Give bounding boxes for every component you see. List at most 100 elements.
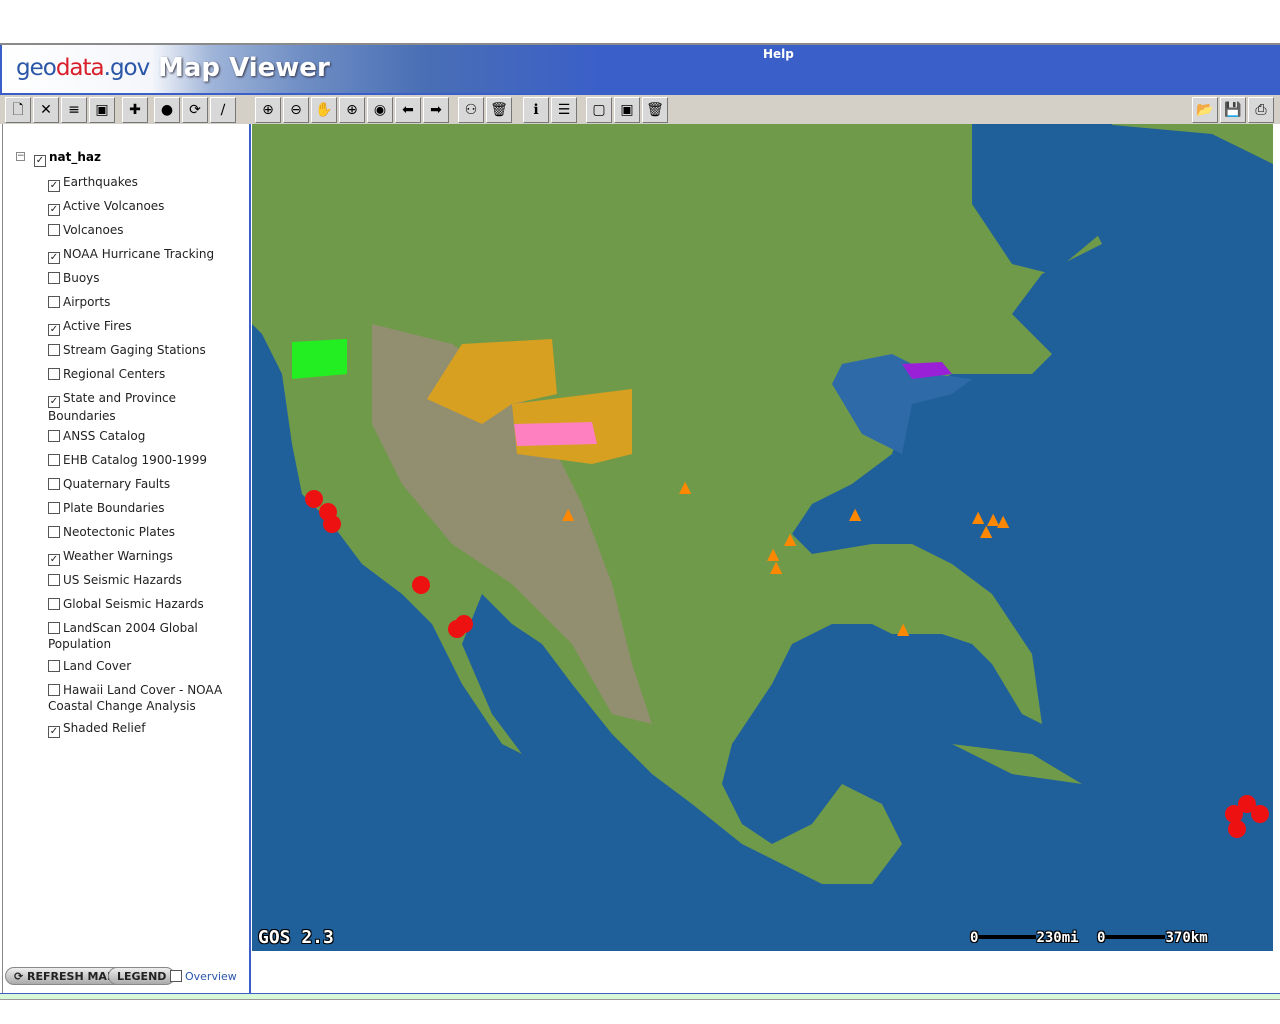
stop-button[interactable]: ● xyxy=(154,97,180,123)
layer-item[interactable]: US Seismic Hazards xyxy=(48,572,238,588)
map-canvas[interactable]: ▲ ▲ ▲ ▲ ▲ ▲ ▲ ▲ ▲ ▲ ▲ GOS 2.3 0 230mi 0 370km xyxy=(252,124,1273,951)
refresh-map-button[interactable]: ⟳ REFRESH MAP xyxy=(5,967,125,985)
layer-item[interactable]: ✓ NOAA Hurricane Tracking xyxy=(48,246,238,264)
layer-checkbox[interactable] xyxy=(48,454,60,466)
layer-item[interactable]: ANSS Catalog xyxy=(48,428,238,444)
map-image: ▲▲ ▲▲▲▲▲ ▲▲▲▲ xyxy=(252,124,1273,884)
open-folder-button[interactable]: 📂 xyxy=(1192,97,1218,123)
layer-checkbox[interactable]: ✓ xyxy=(48,204,60,216)
help-link[interactable]: Help xyxy=(763,47,794,61)
layer-item[interactable]: ✓ Earthquakes xyxy=(48,174,238,192)
layer-panel: − ✓ nat_haz ✓ Earthquakes ✓ Active Volcanoes… xyxy=(2,124,251,994)
layer-item[interactable]: Regional Centers xyxy=(48,366,238,382)
back-arrow-button[interactable]: ⬅ xyxy=(395,97,421,123)
layer-item[interactable]: Neotectonic Plates xyxy=(48,524,238,540)
layer-item[interactable]: LandScan 2004 Global Population xyxy=(48,620,238,652)
fire-marker: ▲ xyxy=(679,477,692,496)
forward-arrow-button[interactable]: ➡ xyxy=(423,97,449,123)
layer-checkbox[interactable] xyxy=(48,598,60,610)
select-feature-button[interactable]: ▣ xyxy=(614,97,640,123)
earthquake-marker xyxy=(455,615,473,633)
layer-item[interactable]: Volcanoes xyxy=(48,222,238,238)
save-button[interactable]: 💾 xyxy=(1220,97,1246,123)
geodata-logo[interactable]: geodata.gov xyxy=(16,55,150,81)
layer-checkbox[interactable] xyxy=(48,430,60,442)
layer-checkbox[interactable] xyxy=(48,660,60,672)
add-layer-button[interactable]: ✚ xyxy=(122,97,148,123)
layer-checkbox[interactable] xyxy=(48,526,60,538)
toolbar: 🗋 ✕ ≡ ▣ ✚ ● ⟳ ∕ ⊕ ⊖ ✋ ⊕ ◉ ⬅ ➡ ⚇ 🗑 ℹ ☰ ▢ ▣ 🗑 📂 💾 ⎙ xyxy=(0,93,1280,124)
layer-label: Weather Warnings xyxy=(63,549,173,563)
layer-checkbox[interactable] xyxy=(48,622,60,634)
layer-label: Plate Boundaries xyxy=(63,501,165,515)
stop-icon: ● xyxy=(160,102,174,118)
scale-bar: 0 230mi 0 370km xyxy=(970,930,1208,946)
close-button[interactable]: ✕ xyxy=(33,97,59,123)
find-binoculars-button[interactable]: ⚇ xyxy=(458,97,484,123)
layer-label: EHB Catalog 1900-1999 xyxy=(63,453,207,467)
layer-label: Shaded Relief xyxy=(63,721,146,735)
layer-checkbox[interactable]: ✓ xyxy=(48,324,60,336)
clear-selection-button[interactable]: 🗑 xyxy=(642,97,668,123)
layer-label: Neotectonic Plates xyxy=(63,525,176,539)
layer-checkbox[interactable] xyxy=(48,272,60,284)
layer-properties-button[interactable]: ▣ xyxy=(89,97,115,123)
layer-label: Hawaii Land Cover - NOAA Coastal Change … xyxy=(48,683,223,713)
layer-checkbox[interactable] xyxy=(48,344,60,356)
tools-button[interactable]: ∕ xyxy=(210,97,236,123)
layer-item[interactable]: Stream Gaging Stations xyxy=(48,342,238,358)
group-checkbox[interactable]: ✓ xyxy=(34,155,46,167)
overview-toggle[interactable]: Overview xyxy=(170,970,237,983)
select-rectangle-button[interactable]: ▢ xyxy=(586,97,612,123)
layer-item[interactable]: Land Cover xyxy=(48,658,238,674)
layer-checkbox[interactable] xyxy=(48,224,60,236)
zoom-out-button[interactable]: ⊖ xyxy=(283,97,309,123)
globe-button[interactable]: ◉ xyxy=(367,97,393,123)
banner: geodata.gov Map Viewer xyxy=(2,45,602,93)
layer-checkbox[interactable] xyxy=(48,574,60,586)
layer-item[interactable]: Airports xyxy=(48,294,238,310)
layer-item[interactable]: ✓ Weather Warnings xyxy=(48,548,238,566)
north-america-land xyxy=(252,124,1273,884)
layer-checkbox[interactable]: ✓ xyxy=(48,252,60,264)
clear-trash-icon: 🗑 xyxy=(490,102,508,118)
print-button[interactable]: ⎙ xyxy=(1248,97,1274,123)
layer-checkbox[interactable] xyxy=(48,296,60,308)
layer-checkbox[interactable] xyxy=(48,684,60,696)
layer-order-button[interactable]: ≡ xyxy=(61,97,87,123)
layer-item[interactable]: ✓ State and Province Boundaries xyxy=(48,390,238,424)
layer-checkbox[interactable] xyxy=(48,502,60,514)
layer-item[interactable]: Global Seismic Hazards xyxy=(48,596,238,612)
pan-hand-button[interactable]: ✋ xyxy=(311,97,337,123)
layer-item[interactable]: Plate Boundaries xyxy=(48,500,238,516)
refresh-icon: ⟳ xyxy=(14,970,28,983)
pan-hand-icon: ✋ xyxy=(315,102,333,118)
collapse-icon[interactable]: − xyxy=(16,152,25,161)
layer-item[interactable]: Quaternary Faults xyxy=(48,476,238,492)
legend-list-button[interactable]: ☰ xyxy=(551,97,577,123)
zoom-in-button[interactable]: ⊕ xyxy=(255,97,281,123)
layer-checkbox[interactable]: ✓ xyxy=(48,180,60,192)
layer-checkbox[interactable]: ✓ xyxy=(48,726,60,738)
earthquake-marker xyxy=(323,515,341,533)
layer-checkbox[interactable]: ✓ xyxy=(48,396,60,408)
layer-item[interactable]: Hawaii Land Cover - NOAA Coastal Change … xyxy=(48,682,238,714)
layer-checkbox[interactable] xyxy=(48,478,60,490)
close-icon: ✕ xyxy=(40,102,52,118)
new-button[interactable]: 🗋 xyxy=(5,97,31,123)
layer-item[interactable]: ✓ Shaded Relief xyxy=(48,720,238,738)
layer-item[interactable]: ✓ Active Fires xyxy=(48,318,238,336)
layer-checkbox[interactable] xyxy=(48,368,60,380)
identify-info-button[interactable]: ℹ xyxy=(523,97,549,123)
layer-item[interactable]: Buoys xyxy=(48,270,238,286)
refresh-button[interactable]: ⟳ xyxy=(182,97,208,123)
overview-checkbox[interactable] xyxy=(170,970,182,982)
layer-item[interactable]: ✓ Active Volcanoes xyxy=(48,198,238,216)
zoom-extent-button[interactable]: ⊕ xyxy=(339,97,365,123)
layer-item[interactable]: EHB Catalog 1900-1999 xyxy=(48,452,238,468)
zoom-extent-icon: ⊕ xyxy=(346,102,358,118)
status-strip xyxy=(0,993,1280,1000)
legend-button[interactable]: LEGEND xyxy=(108,967,176,985)
clear-trash-button[interactable]: 🗑 xyxy=(486,97,512,123)
layer-checkbox[interactable]: ✓ xyxy=(48,554,60,566)
